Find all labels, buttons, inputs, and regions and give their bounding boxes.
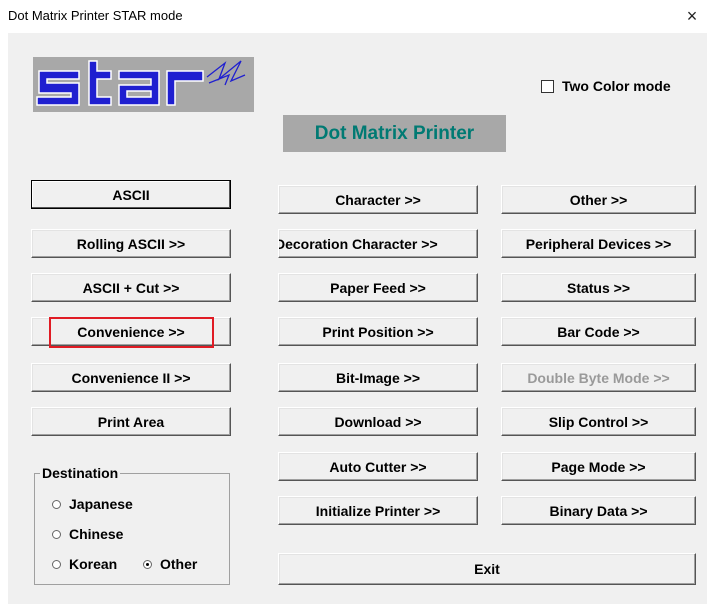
download-button[interactable]: Download >>	[278, 407, 478, 436]
convenience-button[interactable]: Convenience >>	[31, 317, 231, 346]
radio-icon[interactable]	[52, 559, 61, 569]
page-mode-button[interactable]: Page Mode >>	[501, 452, 696, 481]
convenience-ii-button[interactable]: Convenience II >>	[31, 363, 231, 392]
radio-korean-label: Korean	[69, 556, 118, 572]
character-button[interactable]: Character >>	[278, 185, 478, 214]
bit-image-button[interactable]: Bit-Image >>	[278, 363, 478, 392]
status-button[interactable]: Status >>	[501, 273, 696, 302]
radio-japanese-label: Japanese	[69, 496, 133, 512]
destination-label: Destination	[40, 465, 121, 481]
header-title: Dot Matrix Printer	[283, 115, 506, 152]
radio-other[interactable]: Other	[143, 556, 197, 572]
dialog-client-area: Dot Matrix Printer Two Color mode ASCII …	[8, 33, 707, 604]
two-color-mode-checkbox[interactable]: Two Color mode	[541, 76, 671, 96]
star-logo	[33, 57, 254, 112]
ascii-cut-button[interactable]: ASCII + Cut >>	[31, 273, 231, 302]
radio-icon[interactable]	[52, 529, 61, 539]
peripheral-devices-button[interactable]: Peripheral Devices >>	[501, 229, 696, 258]
rolling-ascii-button[interactable]: Rolling ASCII >>	[31, 229, 231, 258]
radio-chinese[interactable]: Chinese	[52, 526, 123, 542]
ascii-button[interactable]: ASCII	[31, 180, 231, 209]
print-area-button[interactable]: Print Area	[31, 407, 231, 436]
exit-button[interactable]: Exit	[278, 553, 696, 585]
other-button[interactable]: Other >>	[501, 185, 696, 214]
radio-other-label: Other	[160, 556, 198, 572]
radio-selected-icon[interactable]	[143, 559, 152, 569]
slip-control-button[interactable]: Slip Control >>	[501, 407, 696, 436]
checkbox-icon[interactable]	[541, 79, 554, 93]
two-color-mode-label: Two Color mode	[562, 78, 671, 94]
print-position-button[interactable]: Print Position >>	[278, 317, 478, 346]
radio-chinese-label: Chinese	[69, 526, 124, 542]
radio-korean[interactable]: Korean	[52, 556, 117, 572]
bar-code-button[interactable]: Bar Code >>	[501, 317, 696, 346]
decoration-character-button[interactable]: Decoration Character >>	[278, 229, 478, 258]
title-bar: Dot Matrix Printer STAR mode ×	[0, 0, 715, 32]
binary-data-button[interactable]: Binary Data >>	[501, 496, 696, 525]
auto-cutter-button[interactable]: Auto Cutter >>	[278, 452, 478, 481]
radio-japanese[interactable]: Japanese	[52, 496, 133, 512]
window-title: Dot Matrix Printer STAR mode	[8, 8, 183, 23]
double-byte-mode-button: Double Byte Mode >>	[501, 363, 696, 392]
decoration-character-label: Decoration Character >>	[278, 235, 438, 252]
radio-icon[interactable]	[52, 499, 61, 509]
initialize-printer-button[interactable]: Initialize Printer >>	[278, 496, 478, 525]
paper-feed-button[interactable]: Paper Feed >>	[278, 273, 478, 302]
close-icon[interactable]: ×	[669, 0, 715, 32]
